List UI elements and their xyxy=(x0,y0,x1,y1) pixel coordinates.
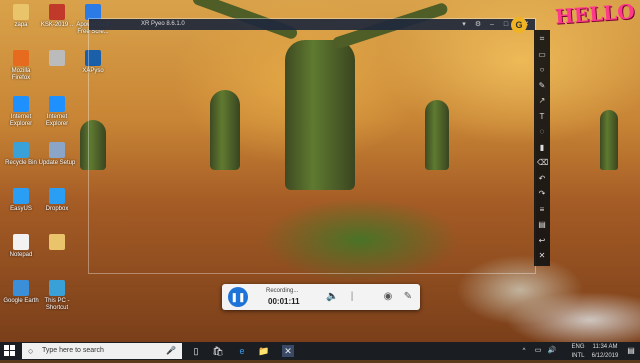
recorder-title: XR Pyeo 8.6.1.0 xyxy=(141,21,185,27)
chevron-down-icon[interactable]: ▾ xyxy=(459,19,469,30)
desktop-icon-image xyxy=(49,280,65,296)
desktop-icon-label: Mozilla Firefox xyxy=(11,68,31,81)
divider-icon: | xyxy=(350,291,354,302)
desktop-icon[interactable]: zapa xyxy=(2,4,40,38)
clock[interactable]: 11:34 AM 6/12/2019 xyxy=(588,343,622,361)
language-code: ENG xyxy=(571,344,585,350)
annotation-toolbar: ⌗ ▭ ○ ✎ ↗ T ◌ ▮ ⌫ ↶ ↷ ≡ ▤ ↩ ✕ xyxy=(534,30,550,266)
tray-up-icon[interactable]: ^ xyxy=(518,345,530,357)
windows-icon xyxy=(4,345,15,356)
text-icon[interactable]: T xyxy=(537,112,547,122)
input-language[interactable]: ENG INTL xyxy=(570,343,586,361)
taskbar-search-box[interactable]: ○ Type here to search 🎤 xyxy=(22,343,182,359)
speaker-icon[interactable]: 🔈 xyxy=(326,291,338,303)
pause-button[interactable]: ❚❚ xyxy=(228,287,248,307)
desktop-icon-label: Notepad xyxy=(9,252,33,258)
close-icon[interactable]: ✕ xyxy=(537,251,547,261)
desktop-icon-image xyxy=(49,50,65,66)
desktop-icon-label: Internet Explorer xyxy=(45,114,69,127)
desktop-icon-image xyxy=(13,188,29,204)
settings-icon[interactable]: ⚙ xyxy=(473,19,483,30)
task-view-icon[interactable]: ▯ xyxy=(190,345,202,357)
desktop-icon-label: EasyUS xyxy=(10,206,32,212)
recording-status: Recording... xyxy=(266,288,299,294)
desktop-icon-image xyxy=(13,280,29,296)
taskbar: ○ Type here to search 🎤 ▯ 🛍 e 📁 ✕ ^ ▭ 🔊 … xyxy=(0,342,640,360)
search-placeholder: Type here to search xyxy=(42,347,104,354)
desktop-icon-image xyxy=(13,142,29,158)
blur-icon[interactable]: ◌ xyxy=(537,127,547,137)
desktop-icon[interactable]: Internet Explorer xyxy=(38,96,76,130)
desktop-icon[interactable]: Google Earth xyxy=(2,280,40,314)
desktop-icon-label: Recycle Bin xyxy=(5,160,37,166)
notifications-icon[interactable]: ▤ xyxy=(625,345,637,357)
desktop-icon-image xyxy=(49,4,65,20)
desktop-icon-image xyxy=(13,4,29,20)
file-explorer-icon[interactable]: 📁 xyxy=(258,345,270,357)
store-icon[interactable]: 🛍 xyxy=(212,345,224,357)
network-icon[interactable]: ▭ xyxy=(532,345,544,357)
ellipse-icon[interactable]: ○ xyxy=(537,65,547,75)
undo-icon[interactable]: ↶ xyxy=(537,174,547,184)
desktop-icon-label: zapa xyxy=(14,22,28,28)
desktop-icon-label: This PC - Shortcut xyxy=(44,298,70,311)
desktop-icon[interactable]: This PC - Shortcut xyxy=(38,280,76,314)
minimize-icon[interactable]: – xyxy=(487,19,497,30)
volume-icon[interactable]: 🔊 xyxy=(546,345,558,357)
search-icon: ○ xyxy=(28,346,34,356)
recording-area-frame: XR Pyeo 8.6.1.0 ▾ ⚙ – □ ✕ G xyxy=(88,17,536,274)
desktop-icon-label: Google Earth xyxy=(3,298,39,304)
recorder-badge-icon[interactable]: G xyxy=(511,17,527,33)
screen-recorder-taskbar-icon[interactable]: ✕ xyxy=(282,345,294,357)
desktop-icon[interactable]: Internet Explorer xyxy=(2,96,40,130)
desktop-icon[interactable] xyxy=(38,50,76,84)
recorder-title-bar[interactable]: XR Pyeo 8.6.1.0 ▾ ⚙ – □ ✕ xyxy=(89,19,535,30)
desktop-icon-image xyxy=(49,234,65,250)
desktop-icon[interactable]: Mozilla Firefox xyxy=(2,50,40,84)
desktop-icon-label: Internet Explorer xyxy=(9,114,33,127)
desktop-icon[interactable]: Notepad xyxy=(2,234,40,268)
webcam-icon[interactable]: ◉ xyxy=(382,291,394,303)
desktop-icon[interactable] xyxy=(38,234,76,268)
desktop-icon-image xyxy=(49,142,65,158)
desktop-icon[interactable]: KSK-2019 .. xyxy=(38,4,76,38)
desktop-icon[interactable]: Update Setup xyxy=(38,142,76,176)
microphone-icon[interactable]: 🎤 xyxy=(166,343,176,359)
desktop-icon-image xyxy=(49,96,65,112)
back-icon[interactable]: ↩ xyxy=(537,236,547,246)
desktop-icon-label: KSK-2019 .. xyxy=(40,22,74,28)
desktop-icon[interactable]: Recycle Bin xyxy=(2,142,40,176)
desktop-icon-image xyxy=(13,50,29,66)
desktop-icon[interactable]: EasyUS xyxy=(2,188,40,222)
arrow-icon[interactable]: ↗ xyxy=(537,96,547,106)
desktop-icon-label: Update Setup xyxy=(38,160,76,166)
menu-icon[interactable]: ≡ xyxy=(537,205,547,215)
desktop-icon[interactable]: Dropbox xyxy=(38,188,76,222)
eraser-icon[interactable]: ⌫ xyxy=(537,158,548,168)
desktop-icon-image xyxy=(13,234,29,250)
start-button[interactable] xyxy=(3,344,17,358)
recording-timer: 00:01:11 xyxy=(268,297,300,306)
highlighter-icon[interactable]: ▮ xyxy=(537,143,547,153)
maximize-icon[interactable]: □ xyxy=(501,19,511,30)
rectangle-icon[interactable]: ▭ xyxy=(537,50,547,60)
recording-control-bar: ❚❚ Recording... 00:01:11 🔈 | ◉ ✎ xyxy=(222,284,420,310)
crop-icon[interactable]: ⌗ xyxy=(537,34,547,44)
clock-time: 11:34 AM xyxy=(592,344,618,350)
pen-icon[interactable]: ✎ xyxy=(537,81,547,91)
desktop-icon-label: Dropbox xyxy=(45,206,69,212)
redo-icon[interactable]: ↷ xyxy=(537,189,547,199)
pen-icon[interactable]: ✎ xyxy=(402,291,414,303)
save-icon[interactable]: ▤ xyxy=(537,220,547,230)
desktop-icon-image xyxy=(49,188,65,204)
desktop-icon-image xyxy=(13,96,29,112)
edge-icon[interactable]: e xyxy=(236,345,248,357)
